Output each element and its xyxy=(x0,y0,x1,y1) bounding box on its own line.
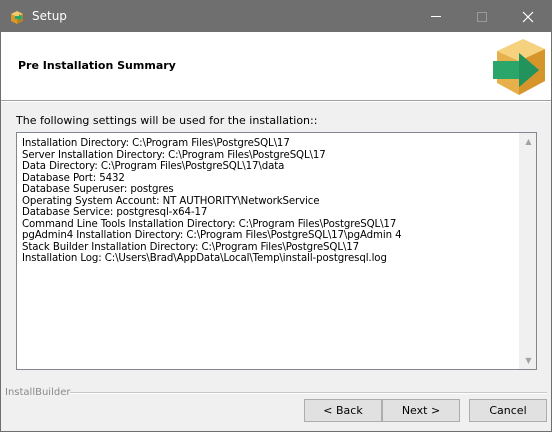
back-button[interactable]: < Back xyxy=(304,399,382,422)
summary-line: Installation Log: C:\Users\Brad\AppData\… xyxy=(22,253,387,264)
summary-lines: Installation Directory: C:\Program Files… xyxy=(22,138,517,265)
footer-divider-highlight xyxy=(70,393,547,394)
summary-line: Server Installation Directory: C:\Progra… xyxy=(22,149,326,161)
page-header: Pre Installation Summary xyxy=(1,32,551,100)
page-title: Pre Installation Summary xyxy=(18,59,176,72)
summary-line: Database Service: postgresql-x64-17 xyxy=(22,207,208,218)
summary-line: Data Directory: C:\Program Files\Postgre… xyxy=(22,161,285,172)
cancel-button[interactable]: Cancel xyxy=(469,399,547,422)
summary-line: Stack Builder Installation Directory: C:… xyxy=(22,241,360,253)
setup-window: Setup Pre Installation Summary The follo… xyxy=(0,0,552,432)
minimize-icon xyxy=(431,16,441,17)
intro-text: The following settings will be used for … xyxy=(16,114,318,127)
maximize-icon xyxy=(477,11,487,22)
close-button[interactable] xyxy=(505,1,551,32)
header-divider-highlight xyxy=(1,101,551,102)
minimize-button[interactable] xyxy=(413,1,459,32)
scroll-down-arrow-icon[interactable]: ▼ xyxy=(520,352,537,369)
installer-box-arrow-icon xyxy=(493,39,545,95)
summary-line: Database Port: 5432 xyxy=(22,172,125,184)
maximize-button xyxy=(459,1,505,32)
installbuilder-brand: InstallBuilder xyxy=(5,387,71,398)
title-bar[interactable]: Setup xyxy=(1,1,551,32)
summary-line: pgAdmin4 Installation Directory: C:\Prog… xyxy=(22,230,402,241)
close-icon xyxy=(522,11,534,22)
summary-line: Installation Directory: C:\Program Files… xyxy=(22,138,290,149)
vertical-scrollbar[interactable]: ▲ ▼ xyxy=(519,133,536,369)
next-button[interactable]: Next > xyxy=(382,399,460,422)
summary-text-area[interactable]: Installation Directory: C:\Program Files… xyxy=(16,132,537,370)
window-title: Setup xyxy=(32,9,67,23)
scroll-up-arrow-icon[interactable]: ▲ xyxy=(520,133,537,150)
summary-line: Operating System Account: NT AUTHORITY\N… xyxy=(22,195,320,207)
summary-line: Database Superuser: postgres xyxy=(22,184,174,195)
setup-box-icon xyxy=(11,11,23,24)
summary-line: Command Line Tools Installation Director… xyxy=(22,218,397,230)
